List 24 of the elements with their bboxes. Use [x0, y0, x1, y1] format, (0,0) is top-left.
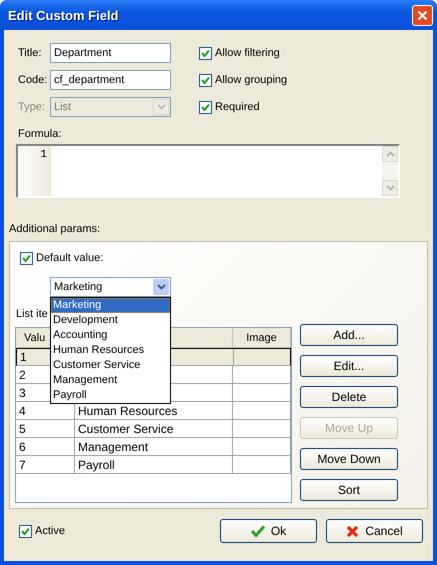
formula-label: Formula: [18, 128, 62, 140]
table-cell: 4 [19, 404, 26, 418]
checkbox-label: Allow grouping [215, 74, 288, 86]
table-cell: 5 [19, 422, 26, 436]
table-cell: Human Resources [78, 404, 178, 418]
field-label: Code: [18, 74, 48, 86]
checkbox-label: Required [215, 101, 260, 113]
table-cell: Customer Service [78, 422, 174, 436]
table-cell: Payroll [78, 458, 115, 472]
checkbox-label: Default value: [36, 252, 104, 264]
checkbox-label: Active [35, 525, 65, 537]
table-cell: 6 [19, 440, 26, 454]
line-number: 1 [40, 149, 47, 161]
field-label: Title: [18, 47, 42, 59]
section-label: Additional params: [9, 223, 102, 235]
table-cell: Management [78, 440, 148, 454]
table-cell: 3 [19, 386, 26, 400]
window-title: Edit Custom Field [8, 8, 118, 22]
list-label: List ite [16, 308, 48, 320]
checkbox-label: Allow filtering [215, 47, 280, 59]
table-cell: 1 [20, 350, 27, 364]
table-cell: 7 [19, 458, 26, 472]
field-label: Type: [18, 101, 46, 113]
table-cell: 2 [19, 368, 26, 382]
